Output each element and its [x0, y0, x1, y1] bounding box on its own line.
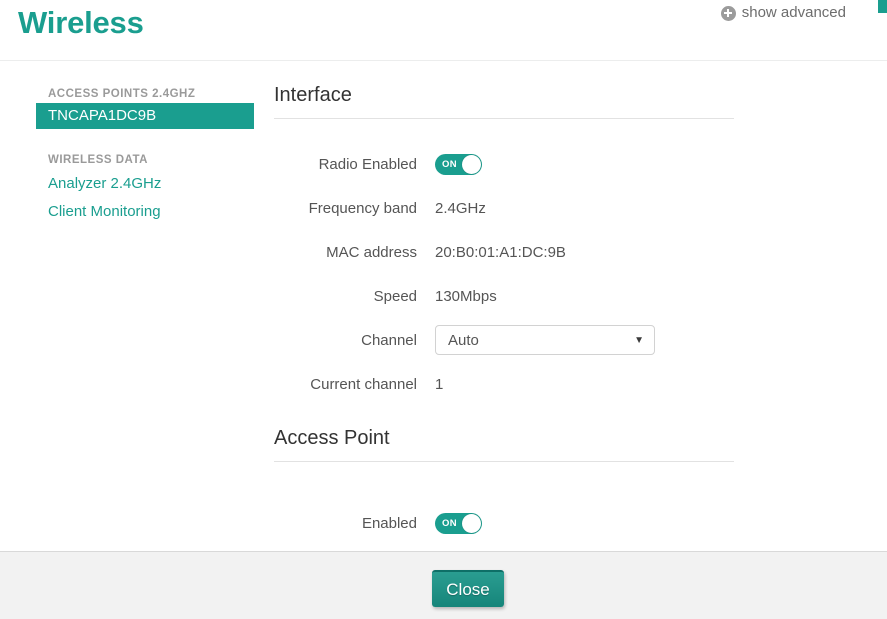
corner-accent-marker	[878, 0, 887, 13]
label-radio-enabled: Radio Enabled	[318, 155, 417, 173]
page-title: Wireless	[18, 5, 144, 40]
dialog-content: ACCESS POINTS 2.4GHZ TNCAPA1DC9B WIRELES…	[0, 62, 887, 550]
sidebar-item-label: Analyzer 2.4GHz	[48, 175, 162, 192]
toggle-knob	[462, 154, 481, 174]
toggle-state-label: ON	[442, 517, 457, 529]
row-ap-enabled: Enabled ON	[274, 504, 887, 542]
value-frequency-band: 2.4GHz	[435, 199, 486, 217]
sidebar-group-title-access-points: ACCESS POINTS 2.4GHZ	[48, 88, 196, 100]
label-mac-address: MAC address	[326, 243, 417, 261]
value-speed: 130Mbps	[435, 287, 497, 305]
show-advanced-label: show advanced	[741, 4, 846, 21]
label-channel: Channel	[361, 331, 417, 349]
toggle-radio-enabled[interactable]: ON	[435, 153, 482, 175]
value-mac-address: 20:B0:01:A1:DC:9B	[435, 243, 566, 261]
toggle-ap-enabled[interactable]: ON	[435, 512, 482, 534]
sidebar-item-tncapa1dc9b[interactable]: TNCAPA1DC9B	[36, 103, 254, 129]
dialog-footer: Close	[0, 551, 887, 619]
select-channel[interactable]: Auto ▼	[435, 325, 655, 355]
chevron-down-icon: ▼	[634, 335, 644, 346]
value-current-channel: 1	[435, 375, 444, 393]
row-channel: Channel Auto ▼	[274, 321, 887, 359]
plus-circle-icon	[720, 5, 736, 21]
page-header: Wireless show advanced	[0, 0, 887, 61]
section-divider-interface	[274, 118, 734, 119]
wireless-settings-dialog: Wireless show advanced ACCESS POINTS 2.4…	[0, 0, 887, 619]
show-advanced-toggle[interactable]: show advanced	[720, 2, 846, 24]
label-frequency-band: Frequency band	[308, 199, 417, 217]
sidebar-item-label: TNCAPA1DC9B	[48, 107, 157, 124]
section-title-access-point: Access Point	[274, 427, 390, 449]
label-speed: Speed	[373, 287, 417, 305]
section-title-interface: Interface	[274, 84, 352, 106]
label-ap-enabled: Enabled	[361, 514, 417, 532]
settings-panel: Interface Radio Enabled ON Frequency ban…	[274, 62, 887, 550]
toggle-state-label: ON	[442, 158, 457, 170]
row-current-channel: Current channel 1	[274, 365, 887, 403]
row-mac-address: MAC address 20:B0:01:A1:DC:9B	[274, 233, 887, 271]
sidebar-item-analyzer[interactable]: Analyzer 2.4GHz	[36, 171, 254, 197]
row-radio-enabled: Radio Enabled ON	[274, 145, 887, 183]
sidebar-item-label: Client Monitoring	[48, 203, 161, 220]
label-current-channel: Current channel	[310, 375, 417, 393]
row-frequency-band: Frequency band 2.4GHz	[274, 189, 887, 227]
sidebar-item-client-monitoring[interactable]: Client Monitoring	[36, 199, 254, 225]
sidebar-group-title-wireless-data: WIRELESS DATA	[48, 154, 148, 166]
close-button[interactable]: Close	[432, 570, 504, 607]
toggle-knob	[462, 513, 481, 533]
select-channel-value: Auto	[448, 331, 479, 349]
section-divider-access-point	[274, 461, 734, 462]
sidebar: ACCESS POINTS 2.4GHZ TNCAPA1DC9B WIRELES…	[36, 62, 254, 225]
row-speed: Speed 130Mbps	[274, 277, 887, 315]
